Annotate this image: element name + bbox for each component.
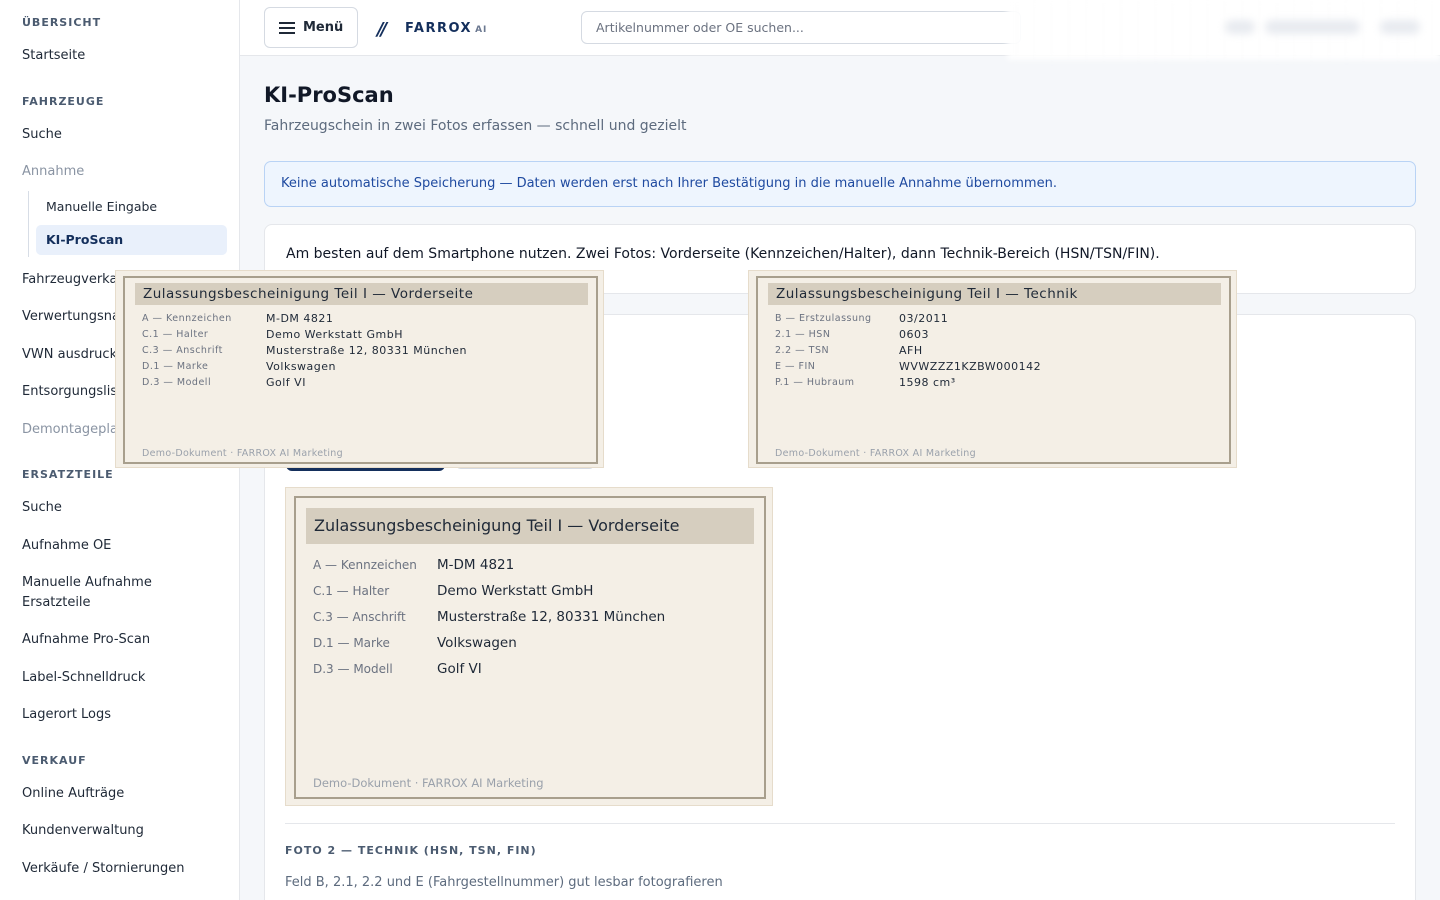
doc-field-label: A — Kennzeichen bbox=[142, 313, 232, 324]
doc-field-value: Demo Werkstatt GmbH bbox=[437, 583, 594, 599]
search-input[interactable] bbox=[581, 11, 1021, 44]
sidebar-section-ersatzteile: ERSATZTEILE bbox=[22, 468, 114, 481]
doc-field-value: Volkswagen bbox=[266, 360, 337, 373]
sidebar-item-aufnahme-proscan[interactable]: Aufnahme Pro-Scan bbox=[22, 630, 222, 650]
sidebar-section-verkauf: VERKAUF bbox=[22, 754, 87, 767]
info-banner: Keine automatische Speicherung — Daten w… bbox=[264, 161, 1416, 207]
blurred-user-name bbox=[1265, 20, 1360, 34]
doc-field-label: C.3 — Anschrift bbox=[142, 345, 223, 356]
floating-tech-footer: Demo-Dokument · FARROX AI Marketing bbox=[775, 448, 976, 459]
document-preview-front: Zulassungsbescheinigung Teil I — Vorders… bbox=[285, 487, 773, 806]
doc-field-value: 1598 cm³ bbox=[899, 376, 956, 389]
doc-front-footer: Demo-Dokument · FARROX AI Marketing bbox=[313, 776, 544, 790]
floating-document-tech: Zulassungsbescheinigung Teil I — Technik… bbox=[748, 270, 1237, 468]
doc-field-value: Musterstraße 12, 80331 München bbox=[437, 609, 666, 625]
sidebar-item-verkaeufe[interactable]: Verkäufe / Stornierungen bbox=[22, 859, 222, 879]
doc-field-value: WVWZZZ1KZBW000142 bbox=[899, 360, 1042, 373]
sidebar-tree-line bbox=[28, 191, 29, 257]
menu-button[interactable]: Menü bbox=[264, 7, 358, 48]
doc-field-label: D.3 — Modell bbox=[142, 377, 212, 388]
hamburger-icon bbox=[279, 22, 295, 34]
floating-front-footer: Demo-Dokument · FARROX AI Marketing bbox=[142, 448, 343, 459]
sidebar-item-ki-proscan-label: KI-ProScan bbox=[46, 232, 124, 247]
blurred-icon bbox=[1225, 20, 1255, 34]
doc-field-value: Golf VI bbox=[266, 376, 306, 389]
sidebar-item-lagerort-logs[interactable]: Lagerort Logs bbox=[22, 705, 222, 725]
sidebar-item-manuelle-eingabe[interactable]: Manuelle Eingabe bbox=[46, 199, 157, 214]
sidebar-item-online-auftraege[interactable]: Online Aufträge bbox=[22, 784, 222, 804]
logo-slashes-icon: // bbox=[377, 19, 387, 40]
sidebar-section-uebersicht: ÜBERSICHT bbox=[22, 16, 102, 29]
brand-name: FARROX AI bbox=[405, 21, 488, 36]
sidebar-item-ersatzteil-suche[interactable]: Suche bbox=[22, 498, 222, 518]
sidebar-item-annahme[interactable]: Annahme bbox=[22, 162, 222, 182]
foto2-section-title: FOTO 2 — TECHNIK (HSN, TSN, FIN) bbox=[285, 844, 537, 857]
section-divider bbox=[285, 823, 1395, 824]
sidebar-item-aufnahme-oe[interactable]: Aufnahme OE bbox=[22, 536, 222, 556]
doc-field-label: B — Erstzulassung bbox=[775, 313, 872, 324]
doc-field-label: C.1 — Halter bbox=[313, 584, 390, 598]
doc-field-value: 03/2011 bbox=[899, 312, 949, 325]
doc-field-value: Golf VI bbox=[437, 661, 482, 677]
floating-document-front: Zulassungsbescheinigung Teil I — Vorders… bbox=[115, 270, 604, 468]
menu-button-label: Menü bbox=[303, 20, 344, 35]
doc-field-label: D.1 — Marke bbox=[313, 636, 390, 650]
doc-field-label: C.1 — Halter bbox=[142, 329, 209, 340]
doc-field-label: D.3 — Modell bbox=[313, 662, 393, 676]
doc-field-value: Musterstraße 12, 80331 München bbox=[266, 344, 467, 357]
doc-field-value: Volkswagen bbox=[437, 635, 517, 651]
floating-tech-title: Zulassungsbescheinigung Teil I — Technik bbox=[768, 283, 1221, 305]
page-title: KI-ProScan bbox=[264, 83, 394, 107]
doc-field-label: A — Kennzeichen bbox=[313, 558, 417, 572]
doc-field-label: 2.1 — HSN bbox=[775, 329, 831, 340]
doc-field-value: M-DM 4821 bbox=[266, 312, 334, 325]
foto2-description: Feld B, 2.1, 2.2 und E (Fahrgestellnumme… bbox=[285, 875, 723, 890]
doc-field-label: D.1 — Marke bbox=[142, 361, 209, 372]
doc-field-label: 2.2 — TSN bbox=[775, 345, 830, 356]
hint-text: Am besten auf dem Smartphone nutzen. Zwe… bbox=[286, 246, 1160, 262]
sidebar-item-fahrzeug-suche[interactable]: Suche bbox=[22, 125, 222, 145]
sidebar-item-ki-proscan[interactable]: KI-ProScan bbox=[36, 225, 227, 255]
page-subtitle: Fahrzeugschein in zwei Fotos erfassen — … bbox=[264, 118, 687, 134]
blurred-header-region bbox=[1007, 0, 1440, 60]
doc-field-label: P.1 — Hubraum bbox=[775, 377, 855, 388]
doc-front-title: Zulassungsbescheinigung Teil I — Vorders… bbox=[306, 508, 754, 544]
top-header: Menü // FARROX AI bbox=[240, 0, 1440, 60]
doc-field-value: Demo Werkstatt GmbH bbox=[266, 328, 403, 341]
doc-field-value: 0603 bbox=[899, 328, 929, 341]
doc-field-value: AFH bbox=[899, 344, 923, 357]
doc-field-value: M-DM 4821 bbox=[437, 557, 515, 573]
sidebar-section-fahrzeuge: FAHRZEUGE bbox=[22, 95, 105, 108]
sidebar-item-manuelle-aufnahme[interactable]: Manuelle Aufnahme Ersatzteile bbox=[22, 573, 192, 613]
sidebar-item-label-schnelldruck[interactable]: Label-Schnelldruck bbox=[22, 668, 222, 688]
doc-field-label: E — FIN bbox=[775, 361, 816, 372]
sidebar-item-startseite[interactable]: Startseite bbox=[22, 46, 222, 66]
floating-front-title: Zulassungsbescheinigung Teil I — Vorders… bbox=[135, 283, 588, 305]
doc-field-label: C.3 — Anschrift bbox=[313, 610, 406, 624]
sidebar-item-kundenverwaltung[interactable]: Kundenverwaltung bbox=[22, 821, 222, 841]
blurred-action bbox=[1380, 20, 1420, 34]
